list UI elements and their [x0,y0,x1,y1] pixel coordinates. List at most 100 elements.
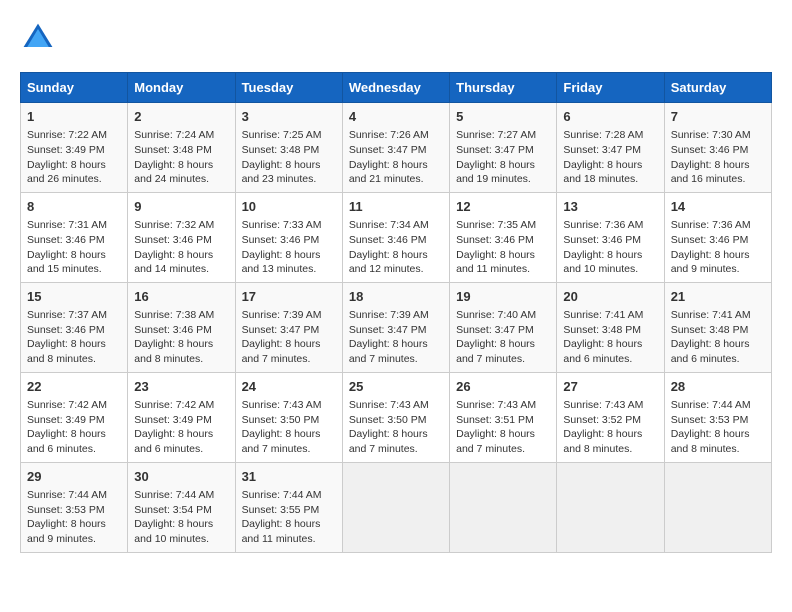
sunrise-text: Sunrise: 7:43 AM [456,399,536,411]
daylight-text: Daylight: 8 hours and 18 minutes. [563,159,642,186]
daylight-text: Daylight: 8 hours and 7 minutes. [349,428,428,455]
day-number: 12 [456,198,550,216]
day-number: 31 [242,468,336,486]
daylight-text: Daylight: 8 hours and 7 minutes. [349,338,428,365]
daylight-text: Daylight: 8 hours and 21 minutes. [349,159,428,186]
calendar-cell: 1 Sunrise: 7:22 AM Sunset: 3:49 PM Dayli… [21,103,128,193]
weekday-header: Friday [557,73,664,103]
sunset-text: Sunset: 3:46 PM [671,144,749,156]
calendar-cell: 11 Sunrise: 7:34 AM Sunset: 3:46 PM Dayl… [342,192,449,282]
sunset-text: Sunset: 3:52 PM [563,414,641,426]
calendar-cell: 17 Sunrise: 7:39 AM Sunset: 3:47 PM Dayl… [235,282,342,372]
calendar-cell: 23 Sunrise: 7:42 AM Sunset: 3:49 PM Dayl… [128,372,235,462]
sunset-text: Sunset: 3:47 PM [456,324,534,336]
sunrise-text: Sunrise: 7:32 AM [134,219,214,231]
sunset-text: Sunset: 3:47 PM [349,144,427,156]
sunrise-text: Sunrise: 7:39 AM [349,309,429,321]
daylight-text: Daylight: 8 hours and 26 minutes. [27,159,106,186]
day-number: 26 [456,378,550,396]
day-number: 6 [563,108,657,126]
day-number: 1 [27,108,121,126]
weekday-header: Saturday [664,73,771,103]
sunset-text: Sunset: 3:46 PM [134,234,212,246]
sunrise-text: Sunrise: 7:41 AM [563,309,643,321]
weekday-header: Wednesday [342,73,449,103]
daylight-text: Daylight: 8 hours and 6 minutes. [563,338,642,365]
sunrise-text: Sunrise: 7:30 AM [671,129,751,141]
weekday-row: SundayMondayTuesdayWednesdayThursdayFrid… [21,73,772,103]
calendar-cell: 15 Sunrise: 7:37 AM Sunset: 3:46 PM Dayl… [21,282,128,372]
sunset-text: Sunset: 3:48 PM [671,324,749,336]
calendar-week-row: 29 Sunrise: 7:44 AM Sunset: 3:53 PM Dayl… [21,462,772,552]
daylight-text: Daylight: 8 hours and 7 minutes. [456,428,535,455]
daylight-text: Daylight: 8 hours and 6 minutes. [671,338,750,365]
sunrise-text: Sunrise: 7:44 AM [134,489,214,501]
day-number: 25 [349,378,443,396]
calendar-cell [557,462,664,552]
sunrise-text: Sunrise: 7:36 AM [563,219,643,231]
daylight-text: Daylight: 8 hours and 9 minutes. [671,249,750,276]
daylight-text: Daylight: 8 hours and 6 minutes. [134,428,213,455]
calendar-cell: 6 Sunrise: 7:28 AM Sunset: 3:47 PM Dayli… [557,103,664,193]
day-number: 22 [27,378,121,396]
weekday-header: Monday [128,73,235,103]
calendar-week-row: 15 Sunrise: 7:37 AM Sunset: 3:46 PM Dayl… [21,282,772,372]
daylight-text: Daylight: 8 hours and 11 minutes. [242,518,321,545]
day-number: 20 [563,288,657,306]
sunrise-text: Sunrise: 7:39 AM [242,309,322,321]
day-number: 11 [349,198,443,216]
daylight-text: Daylight: 8 hours and 7 minutes. [242,428,321,455]
sunset-text: Sunset: 3:49 PM [27,414,105,426]
day-number: 2 [134,108,228,126]
sunset-text: Sunset: 3:46 PM [349,234,427,246]
sunset-text: Sunset: 3:46 PM [134,324,212,336]
calendar-cell: 31 Sunrise: 7:44 AM Sunset: 3:55 PM Dayl… [235,462,342,552]
day-number: 30 [134,468,228,486]
day-number: 24 [242,378,336,396]
calendar-cell: 27 Sunrise: 7:43 AM Sunset: 3:52 PM Dayl… [557,372,664,462]
calendar-cell [450,462,557,552]
calendar-cell: 10 Sunrise: 7:33 AM Sunset: 3:46 PM Dayl… [235,192,342,282]
calendar-week-row: 8 Sunrise: 7:31 AM Sunset: 3:46 PM Dayli… [21,192,772,282]
calendar-cell: 4 Sunrise: 7:26 AM Sunset: 3:47 PM Dayli… [342,103,449,193]
daylight-text: Daylight: 8 hours and 7 minutes. [242,338,321,365]
daylight-text: Daylight: 8 hours and 12 minutes. [349,249,428,276]
daylight-text: Daylight: 8 hours and 11 minutes. [456,249,535,276]
sunset-text: Sunset: 3:49 PM [27,144,105,156]
sunset-text: Sunset: 3:51 PM [456,414,534,426]
sunrise-text: Sunrise: 7:35 AM [456,219,536,231]
daylight-text: Daylight: 8 hours and 10 minutes. [134,518,213,545]
sunset-text: Sunset: 3:47 PM [349,324,427,336]
sunset-text: Sunset: 3:53 PM [671,414,749,426]
daylight-text: Daylight: 8 hours and 13 minutes. [242,249,321,276]
sunrise-text: Sunrise: 7:24 AM [134,129,214,141]
calendar-cell: 2 Sunrise: 7:24 AM Sunset: 3:48 PM Dayli… [128,103,235,193]
sunrise-text: Sunrise: 7:41 AM [671,309,751,321]
calendar-cell: 25 Sunrise: 7:43 AM Sunset: 3:50 PM Dayl… [342,372,449,462]
sunset-text: Sunset: 3:47 PM [242,324,320,336]
daylight-text: Daylight: 8 hours and 23 minutes. [242,159,321,186]
sunset-text: Sunset: 3:46 PM [27,234,105,246]
sunrise-text: Sunrise: 7:42 AM [27,399,107,411]
sunset-text: Sunset: 3:48 PM [134,144,212,156]
calendar-cell: 21 Sunrise: 7:41 AM Sunset: 3:48 PM Dayl… [664,282,771,372]
sunrise-text: Sunrise: 7:42 AM [134,399,214,411]
sunset-text: Sunset: 3:48 PM [563,324,641,336]
daylight-text: Daylight: 8 hours and 7 minutes. [456,338,535,365]
day-number: 19 [456,288,550,306]
weekday-header: Thursday [450,73,557,103]
sunrise-text: Sunrise: 7:44 AM [671,399,751,411]
calendar-cell: 14 Sunrise: 7:36 AM Sunset: 3:46 PM Dayl… [664,192,771,282]
day-number: 7 [671,108,765,126]
day-number: 3 [242,108,336,126]
logo [20,20,60,56]
calendar-cell: 9 Sunrise: 7:32 AM Sunset: 3:46 PM Dayli… [128,192,235,282]
sunrise-text: Sunrise: 7:25 AM [242,129,322,141]
sunset-text: Sunset: 3:47 PM [456,144,534,156]
day-number: 17 [242,288,336,306]
day-number: 13 [563,198,657,216]
sunset-text: Sunset: 3:49 PM [134,414,212,426]
sunrise-text: Sunrise: 7:37 AM [27,309,107,321]
sunrise-text: Sunrise: 7:36 AM [671,219,751,231]
sunrise-text: Sunrise: 7:44 AM [242,489,322,501]
